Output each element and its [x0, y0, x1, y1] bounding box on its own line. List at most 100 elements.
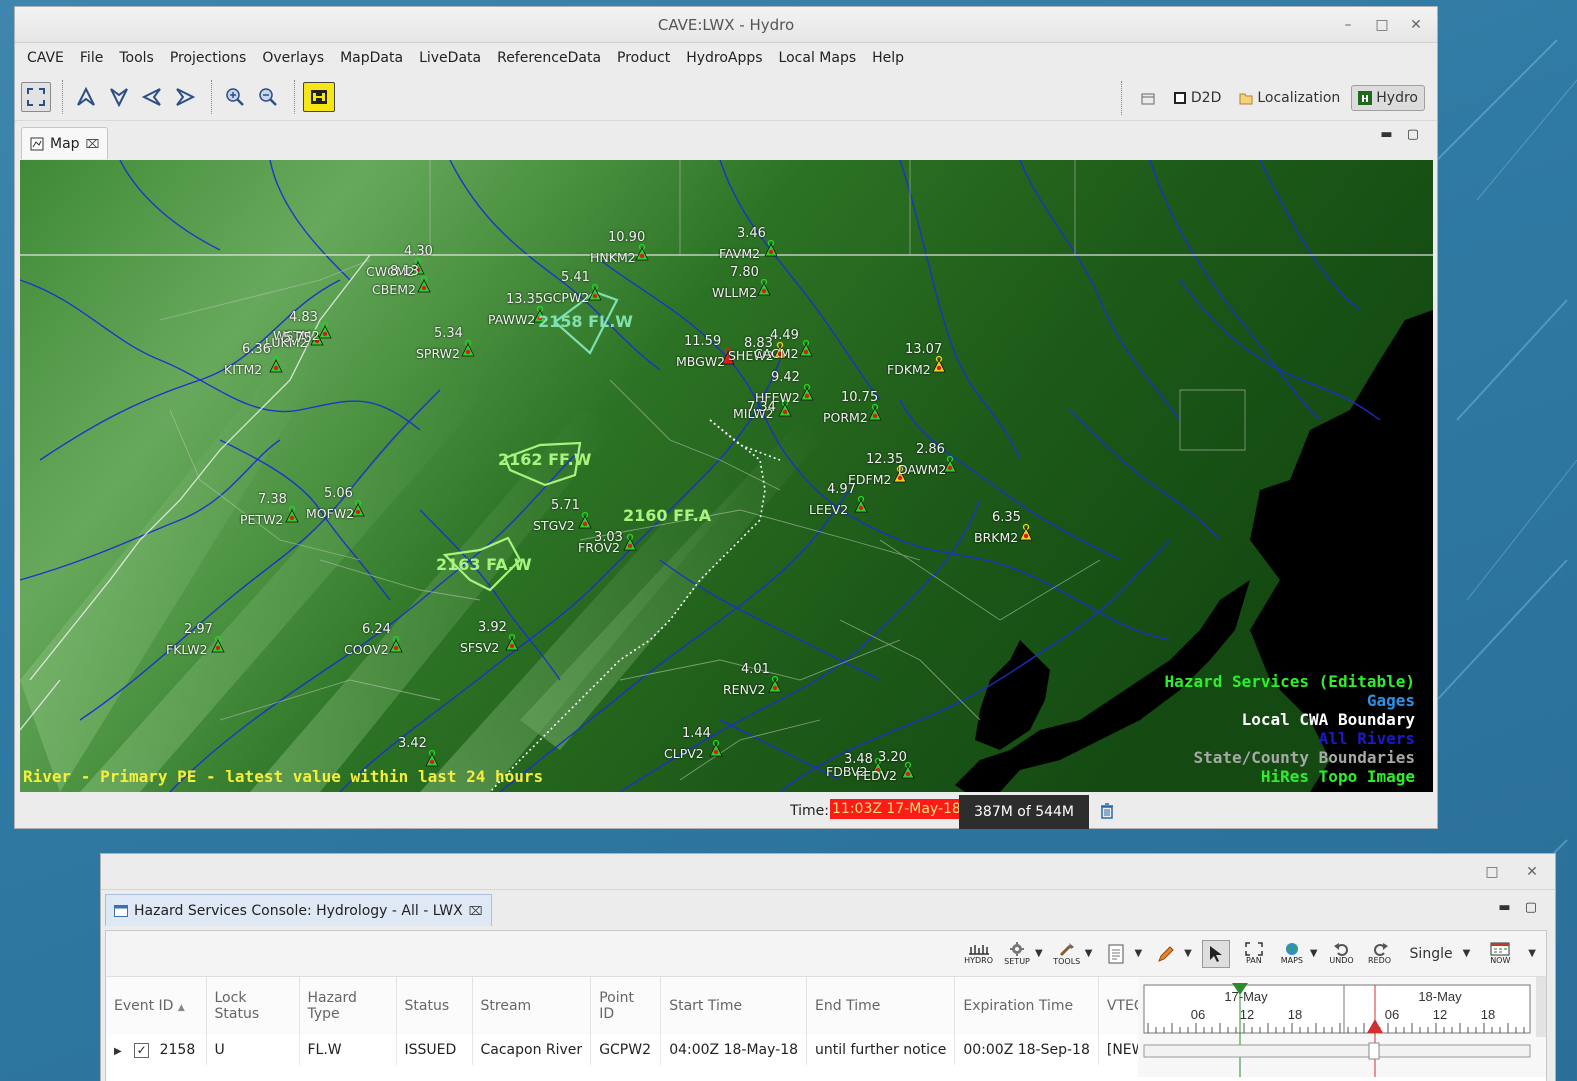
menu-cave[interactable]: CAVE: [19, 50, 72, 66]
maps-dropdown[interactable]: ▼: [1310, 948, 1318, 959]
perspective-hydro-button[interactable]: Hydro: [1351, 85, 1425, 111]
event-time-bar[interactable]: [1143, 1044, 1531, 1058]
zoom-out-button[interactable]: [253, 82, 283, 112]
maximize-button[interactable]: □: [1369, 13, 1395, 37]
perspective-hydro-label: Hydro: [1376, 90, 1418, 106]
minimize-button[interactable]: –: [1335, 13, 1361, 37]
menu-local-maps[interactable]: Local Maps: [771, 50, 865, 66]
gauge-value-label: 9.42: [771, 370, 800, 385]
gauge-value-label: 1.44: [682, 726, 711, 741]
redo-button[interactable]: REDO: [1366, 942, 1394, 965]
products-dropdown[interactable]: ▼: [1134, 948, 1142, 959]
setup-dropdown[interactable]: ▼: [1035, 948, 1043, 959]
menu-mapdata[interactable]: MapData: [332, 50, 411, 66]
hazard-label-2163[interactable]: 2163 FA.W: [436, 555, 532, 574]
maps-button[interactable]: MAPS: [1278, 942, 1306, 965]
pan-down-button[interactable]: [104, 82, 134, 112]
now-button[interactable]: NOW: [1486, 942, 1514, 965]
hazard-window-titlebar: □ ✕: [101, 854, 1555, 890]
legend-topo-image[interactable]: HiRes Topo Image: [1165, 767, 1415, 786]
column-header-hazard-type[interactable]: Hazard Type: [299, 977, 397, 1035]
pan-button[interactable]: PAN: [1240, 942, 1268, 965]
column-header-lock-status[interactable]: Lock Status: [206, 977, 300, 1035]
close-button[interactable]: ✕: [1519, 860, 1545, 884]
map-display[interactable]: 2158 FL.W 2162 FF.W 2160 FF.A 2163 FA.W …: [20, 160, 1433, 792]
cell-event-id[interactable]: ▶ ✓ 2158: [106, 1035, 207, 1065]
row-checkbox[interactable]: ✓: [134, 1042, 150, 1058]
menu-hydroapps[interactable]: HydroApps: [678, 50, 770, 66]
vertical-scrollbar[interactable]: [1536, 977, 1546, 1037]
column-header-point-id[interactable]: Point ID: [590, 977, 662, 1035]
selection-mode-select[interactable]: Single ▼: [1404, 946, 1477, 962]
minimize-view-button[interactable]: ▬: [1498, 900, 1510, 915]
menu-projections[interactable]: Projections: [162, 50, 255, 66]
zoom-extent-button[interactable]: [21, 81, 51, 112]
column-header-status[interactable]: Status: [396, 977, 473, 1035]
column-header-start-time[interactable]: Start Time: [660, 977, 808, 1035]
pan-right-button[interactable]: [170, 82, 200, 112]
legend-cwa-boundary[interactable]: Local CWA Boundary: [1165, 710, 1415, 729]
hazard-label-2160[interactable]: 2160 FF.A: [623, 506, 711, 525]
calendar-now-icon: [1490, 942, 1510, 956]
undo-button[interactable]: UNDO: [1328, 942, 1356, 965]
tab-map[interactable]: Map ⌧: [21, 127, 109, 159]
menu-help[interactable]: Help: [864, 50, 912, 66]
select-button[interactable]: [1201, 939, 1230, 968]
hazard-services-button[interactable]: [303, 81, 335, 112]
hydro-icon: [1358, 91, 1373, 105]
tools-button[interactable]: TOOLS: [1053, 941, 1081, 966]
perspective-d2d-button[interactable]: D2D: [1166, 85, 1228, 111]
close-tab-icon[interactable]: ⌧: [469, 904, 483, 918]
view-menu-dropdown[interactable]: ▼: [1528, 948, 1536, 959]
pan-left-button[interactable]: [137, 82, 167, 112]
minimize-view-button[interactable]: ▬: [1380, 127, 1392, 142]
column-header-end-time[interactable]: End Time: [806, 977, 956, 1035]
hazard-label-2158[interactable]: 2158 FL.W: [538, 312, 633, 331]
close-tab-icon[interactable]: ⌧: [86, 137, 100, 151]
maximize-button[interactable]: □: [1479, 860, 1505, 884]
table-header-row: Event ID ▲ Lock Status Hazard Type Statu…: [106, 977, 1209, 1035]
menu-referencedata[interactable]: ReferenceData: [489, 50, 609, 66]
column-header-expiration-time[interactable]: Expiration Time: [954, 977, 1099, 1035]
legend-all-rivers[interactable]: All Rivers: [1165, 729, 1415, 748]
event-timeline[interactable]: 17-May 18-May 06 12 18 06 12 18: [1138, 977, 1546, 1077]
maximize-view-button[interactable]: ▢: [1407, 127, 1419, 142]
maximize-view-button[interactable]: ▢: [1525, 900, 1537, 915]
zoom-in-button[interactable]: [220, 82, 250, 112]
draw-button[interactable]: [1152, 944, 1180, 964]
tools-dropdown[interactable]: ▼: [1085, 948, 1093, 959]
products-button[interactable]: [1102, 944, 1130, 964]
time-value[interactable]: 11:03Z 17-May-18: [830, 799, 963, 819]
event-time-handle[interactable]: [1368, 1042, 1380, 1060]
legend-gages[interactable]: Gages: [1165, 691, 1415, 710]
menu-livedata[interactable]: LiveData: [411, 50, 489, 66]
menu-overlays[interactable]: Overlays: [254, 50, 332, 66]
perspective-switcher: D2D Localization Hydro: [1113, 81, 1425, 115]
gauge-value-label: 3.46: [737, 226, 766, 241]
tab-hazard-console[interactable]: Hazard Services Console: Hydrology - All…: [105, 894, 492, 926]
gauge-id-label: FDKM2: [887, 362, 931, 377]
timeline-day-label: 18-May: [1418, 989, 1462, 1004]
menu-file[interactable]: File: [72, 50, 111, 66]
close-button[interactable]: ✕: [1403, 13, 1429, 37]
table-row[interactable]: ▶ ✓ 2158 U FL.W ISSUED Cacapon River GCP…: [106, 1035, 1209, 1065]
window-title: CAVE:LWX - Hydro: [657, 15, 795, 34]
legend-state-county[interactable]: State/County Boundaries: [1165, 748, 1415, 767]
column-header-stream[interactable]: Stream: [472, 977, 592, 1035]
open-perspective-button[interactable]: [1134, 86, 1162, 110]
perspective-localization-button[interactable]: Localization: [1232, 85, 1347, 111]
legend-hazard-services[interactable]: Hazard Services (Editable): [1165, 672, 1415, 691]
expand-row-icon[interactable]: ▶: [114, 1046, 122, 1057]
toolbar-separator: [211, 79, 212, 114]
hydro-button[interactable]: HYDRO: [964, 942, 993, 965]
setup-button[interactable]: SETUP: [1003, 941, 1031, 966]
gauge-value-label: 11.59: [684, 334, 722, 349]
map-icon: [30, 137, 44, 150]
pan-up-button[interactable]: [71, 82, 101, 112]
column-header-event-id[interactable]: Event ID ▲: [106, 977, 207, 1035]
draw-dropdown[interactable]: ▼: [1184, 948, 1192, 959]
hazard-label-2162[interactable]: 2162 FF.W: [498, 450, 591, 469]
trash-icon[interactable]: [1100, 803, 1114, 819]
menu-tools[interactable]: Tools: [111, 50, 162, 66]
menu-product[interactable]: Product: [609, 50, 678, 66]
